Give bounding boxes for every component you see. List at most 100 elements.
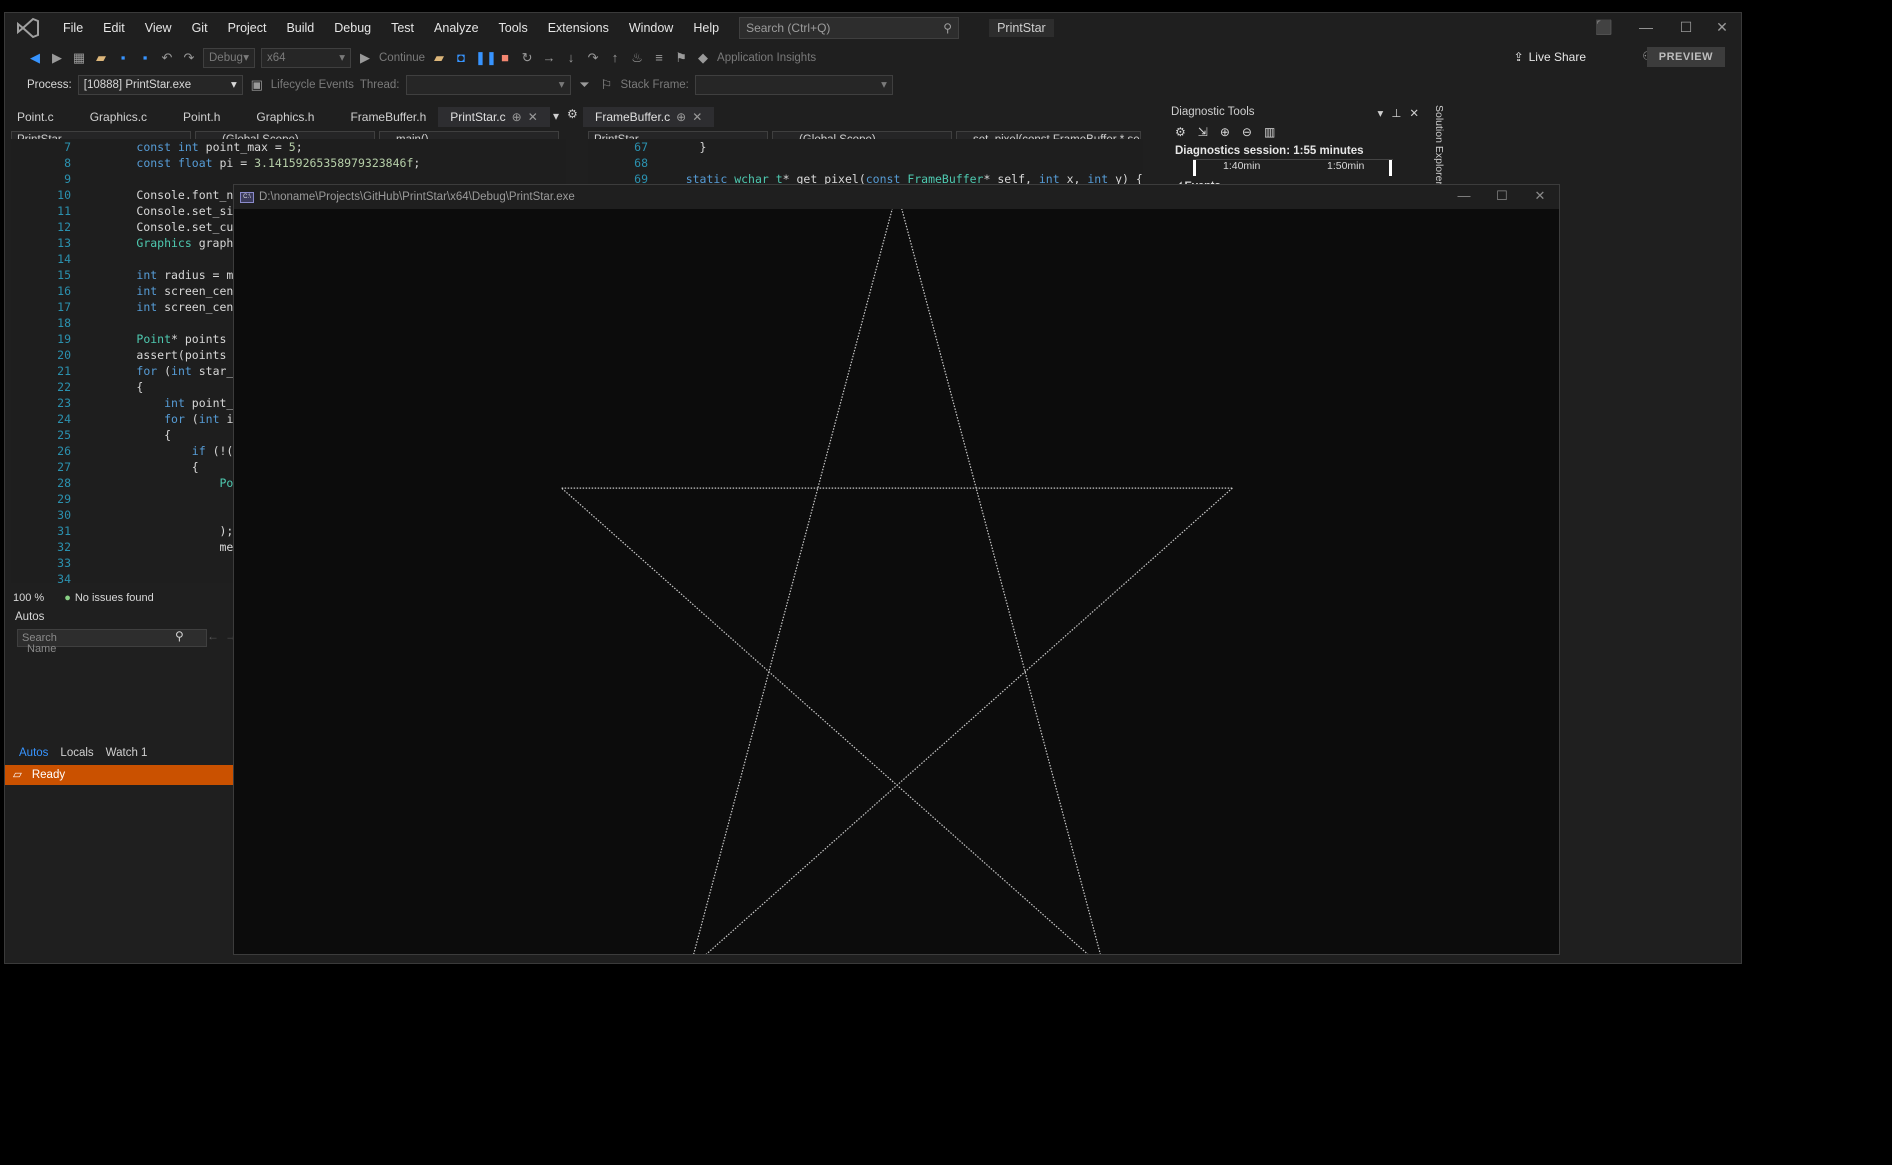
code-line[interactable]: 7 const int point_max = 5; — [11, 139, 566, 155]
close-tab-icon[interactable]: ✕ — [528, 110, 538, 124]
zoom-level[interactable]: 100 % — [13, 592, 44, 604]
preview-badge[interactable]: PREVIEW — [1646, 47, 1725, 67]
tab-point-h[interactable]: Point.h — [159, 107, 232, 127]
tab-printstar-c[interactable]: PrintStar.c ⊕ ✕ — [438, 107, 550, 127]
menu-analyze[interactable]: Analyze — [424, 16, 488, 40]
thread-dropdown[interactable]: ▾ — [405, 75, 571, 95]
menu-view[interactable]: View — [135, 16, 182, 40]
timeline-handle-left[interactable] — [1193, 160, 1196, 176]
step-over-icon[interactable]: ↷ — [585, 50, 601, 66]
pin-icon[interactable]: ⊕ — [676, 110, 686, 124]
attach-icon[interactable]: ▰ — [431, 50, 447, 66]
flag-icon[interactable]: ⚐ — [599, 77, 615, 93]
tab-autos[interactable]: Autos — [13, 745, 54, 761]
back-icon[interactable]: ◀ — [27, 50, 43, 66]
settings-icon[interactable]: ⚙ — [567, 107, 578, 121]
platform-dropdown[interactable]: x64 ▾ — [261, 48, 351, 68]
filter-icon[interactable]: ⏷ — [577, 77, 593, 93]
dropdown-icon[interactable]: ▾ — [1378, 106, 1384, 120]
menu-debug[interactable]: Debug — [324, 16, 381, 40]
menu-test[interactable]: Test — [381, 16, 424, 40]
line-number: 14 — [57, 252, 71, 266]
line-number: 21 — [57, 364, 71, 378]
pause-icon[interactable]: ❚❚ — [475, 50, 497, 66]
zoom-out-icon[interactable]: ⊖ — [1242, 125, 1252, 139]
bookmark-icon[interactable]: ⚑ — [673, 50, 689, 66]
minimize-button[interactable]: — — [1631, 19, 1661, 35]
menu-git[interactable]: Git — [182, 16, 218, 40]
line-number: 11 — [57, 204, 71, 218]
show-next-statement-icon[interactable]: → — [541, 50, 557, 66]
menu-window[interactable]: Window — [619, 16, 683, 40]
search-icon[interactable]: ⚲ — [175, 629, 184, 643]
comment-icon[interactable]: ≡ — [651, 50, 667, 66]
redo-icon[interactable]: ↷ — [181, 50, 197, 66]
menu-extensions[interactable]: Extensions — [538, 16, 619, 40]
hot-reload-icon[interactable]: ♨ — [629, 50, 645, 66]
save-icon[interactable]: ▪ — [115, 50, 131, 66]
export-icon[interactable]: ⇲ — [1198, 125, 1208, 139]
step-out-icon[interactable]: ↑ — [607, 50, 623, 66]
save-all-icon[interactable]: ▪ — [137, 50, 153, 66]
tab-framebuffer-c[interactable]: FrameBuffer.c ⊕ ✕ — [583, 107, 715, 127]
search-input[interactable]: Search (Ctrl+Q) ⚲ — [739, 17, 960, 39]
tab-overflow-icon[interactable]: ▾ — [553, 109, 559, 123]
settings-icon[interactable]: ⚙ — [1175, 125, 1186, 139]
timeline-handle-right[interactable] — [1389, 160, 1392, 176]
right-code-editor[interactable]: 67 } 68 69 static wchar_t* get_pixel(cons… — [588, 139, 1143, 185]
menu-project[interactable]: Project — [218, 16, 277, 40]
menu-bar: File Edit View Git Project Build Debug T… — [5, 13, 1741, 43]
account-icon[interactable]: ⬛ — [1589, 19, 1619, 36]
line-number: 69 — [634, 172, 648, 185]
continue-button[interactable]: Continue — [379, 52, 425, 64]
new-project-icon[interactable]: ▦ — [71, 50, 87, 66]
menu-edit[interactable]: Edit — [93, 16, 135, 40]
close-button[interactable]: ✕ — [1707, 19, 1737, 36]
pin-icon[interactable]: ⊥ — [1391, 106, 1401, 120]
console-minimize-button[interactable]: — — [1449, 188, 1479, 203]
right-tab-bar: FrameBuffer.c ⊕ ✕ — [583, 107, 1158, 127]
menu-build[interactable]: Build — [276, 16, 324, 40]
menu-tools[interactable]: Tools — [489, 16, 538, 40]
code-line[interactable]: 67 } — [588, 139, 1143, 155]
maximize-button[interactable]: ☐ — [1671, 19, 1701, 36]
issues-indicator[interactable]: ● No issues found — [64, 592, 154, 604]
tab-point-c[interactable]: Point.c — [5, 107, 66, 127]
tab-graphics-h[interactable]: Graphics.h — [232, 107, 326, 127]
config-dropdown[interactable]: Debug ▾ — [203, 48, 255, 68]
menu-file[interactable]: File — [53, 16, 93, 40]
close-icon[interactable]: ✕ — [1409, 106, 1419, 120]
forward-icon[interactable]: ▶ — [49, 50, 65, 66]
menu-help[interactable]: Help — [683, 16, 729, 40]
stack-frame-dropdown[interactable]: ▾ — [694, 75, 893, 95]
restart-icon[interactable]: ↻ — [519, 50, 535, 66]
lifecycle-events-dropdown[interactable]: Lifecycle Events — [271, 79, 354, 91]
console-close-button[interactable]: ✕ — [1525, 188, 1555, 204]
app-insights-button[interactable]: Application Insights — [717, 52, 816, 64]
code-line[interactable]: 68 — [588, 155, 1143, 171]
console-maximize-button[interactable]: ☐ — [1487, 188, 1517, 204]
undo-icon[interactable]: ↶ — [159, 50, 175, 66]
diagnostic-timeline[interactable]: 1:40min 1:50min — [1193, 159, 1393, 176]
tab-locals[interactable]: Locals — [54, 745, 99, 761]
screenshot-icon[interactable]: ◘ — [453, 50, 469, 66]
console-title-bar: C:\ D:\noname\Projects\GitHub\PrintStar\… — [234, 185, 1559, 209]
name-column-header[interactable]: Name — [27, 643, 56, 655]
tab-framebuffer-h[interactable]: FrameBuffer.h — [326, 107, 438, 127]
tab-watch-1[interactable]: Watch 1 — [100, 745, 154, 761]
app-insights-icon[interactable]: ◆ — [695, 50, 711, 66]
pin-icon[interactable]: ⊕ — [512, 110, 522, 124]
process-dropdown[interactable]: [10888] PrintStar.exe ▾ — [77, 75, 243, 95]
open-folder-icon[interactable]: ▰ — [93, 50, 109, 66]
stop-icon[interactable]: ■ — [497, 50, 513, 66]
step-into-icon[interactable]: ↓ — [563, 50, 579, 66]
live-share-button[interactable]: ⇪ Live Share — [1514, 50, 1586, 64]
code-line[interactable]: 8 const float pi = 3.1415926535897932384… — [11, 155, 566, 171]
chart-icon[interactable]: ▥ — [1264, 125, 1275, 139]
zoom-in-icon[interactable]: ⊕ — [1220, 125, 1230, 139]
code-line[interactable]: 69 static wchar_t* get_pixel(const Frame… — [588, 171, 1143, 185]
close-tab-icon[interactable]: ✕ — [692, 110, 702, 124]
back-arrow-icon[interactable]: ← — [207, 629, 219, 643]
tab-graphics-c[interactable]: Graphics.c — [66, 107, 159, 127]
continue-icon[interactable]: ▶ — [357, 50, 373, 66]
